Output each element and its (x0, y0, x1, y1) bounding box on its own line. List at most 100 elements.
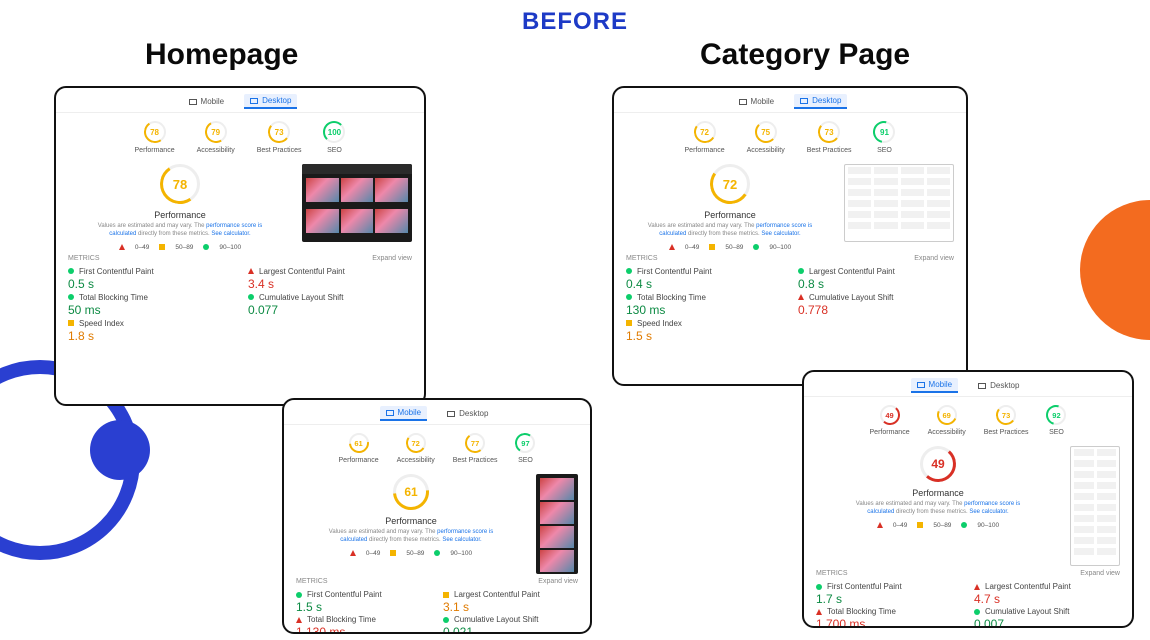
expand-view-link[interactable]: Expand view (372, 255, 412, 262)
metric-lcp: Largest Contentful Paint 0.8 s (798, 267, 954, 291)
gauge-performance: 61 Performance (339, 433, 379, 464)
tab-mobile[interactable]: Mobile (183, 94, 231, 109)
metric-lcp-status-icon (798, 268, 804, 274)
tab-mobile-label: Mobile (398, 408, 422, 417)
legend-low-icon (877, 522, 883, 528)
gauge-best-practices-ring: 73 (996, 405, 1016, 425)
metric-cls-status-icon (798, 294, 804, 300)
performance-big-ring: 61 (393, 474, 429, 510)
metric-cls-status-icon (443, 617, 449, 623)
gauge-performance-label: Performance (685, 147, 725, 154)
gauge-accessibility: 75 Accessibility (747, 121, 785, 154)
metric-tbt-value: 50 ms (68, 303, 232, 317)
gauge-seo: 97 SEO (515, 433, 535, 464)
metric-fcp-label: First Contentful Paint (637, 267, 712, 276)
metric-cls-value: 0.021 (443, 625, 578, 634)
metric-fcp: First Contentful Paint 0.4 s (626, 267, 782, 291)
metric-fcp-value: 0.4 s (626, 277, 782, 291)
gauge-row: 72 Performance 75 Accessibility 73 Best … (614, 113, 966, 158)
metrics-header-row: METRICS Expand view (56, 253, 424, 264)
perf-note-link2[interactable]: See calculator. (211, 231, 250, 237)
metric-cls: Cumulative Layout Shift 0.007 (974, 607, 1120, 628)
gauge-accessibility-label: Accessibility (747, 147, 785, 154)
performance-title: Performance (704, 210, 756, 220)
col-title-category: Category Page (700, 38, 910, 72)
metric-fcp-status-icon (296, 592, 302, 598)
metric-cls-label: Cumulative Layout Shift (259, 293, 344, 302)
gauge-accessibility-ring: 72 (406, 433, 426, 453)
legend-mid-icon (159, 244, 165, 250)
gauge-row: 78 Performance 79 Accessibility 73 Best … (56, 113, 424, 158)
metric-lcp-status-icon (443, 592, 449, 598)
gauge-seo-label: SEO (877, 147, 892, 154)
metrics-header: METRICS (626, 255, 658, 262)
gauge-best-practices: 77 Best Practices (453, 433, 498, 464)
mobile-icon (917, 382, 925, 388)
perf-note-link2[interactable]: See calculator. (442, 537, 481, 543)
metric-fcp-status-icon (816, 584, 822, 590)
legend-low: 0–49 (135, 244, 149, 251)
metric-cls: Cumulative Layout Shift 0.077 (248, 293, 412, 317)
tab-desktop-label: Desktop (459, 409, 488, 418)
metric-lcp-status-icon (974, 584, 980, 590)
legend-high-icon (203, 244, 209, 250)
perf-note-link2[interactable]: See calculator. (969, 509, 1008, 515)
screenshot-thumbnail (1070, 446, 1120, 566)
legend-high: 90–100 (769, 244, 791, 251)
device-tabs: Mobile Desktop (614, 88, 966, 113)
tab-mobile[interactable]: Mobile (911, 378, 959, 393)
tab-desktop[interactable]: Desktop (441, 406, 494, 421)
metric-cls-status-icon (974, 609, 980, 615)
expand-view-link[interactable]: Expand view (538, 578, 578, 585)
metrics-header: METRICS (68, 255, 100, 262)
legend-high: 90–100 (219, 244, 241, 251)
device-tabs: Mobile Desktop (56, 88, 424, 113)
tab-mobile[interactable]: Mobile (733, 94, 781, 109)
metrics-grid: First Contentful Paint 0.4 s Largest Con… (614, 264, 966, 351)
tab-desktop-label: Desktop (990, 381, 1019, 390)
tab-desktop[interactable]: Desktop (794, 94, 847, 109)
legend-low: 0–49 (685, 244, 699, 251)
metric-cls-label: Cumulative Layout Shift (454, 615, 539, 624)
performance-note: Values are estimated and may vary. The p… (645, 223, 815, 239)
gauge-performance: 78 Performance (135, 121, 175, 154)
metric-lcp-label: Largest Contentful Paint (454, 590, 540, 599)
metric-fcp-label: First Contentful Paint (307, 590, 382, 599)
gauge-seo-ring: 91 (873, 121, 895, 143)
expand-view-link[interactable]: Expand view (914, 255, 954, 262)
tab-desktop-label: Desktop (812, 96, 841, 105)
metric-tbt-label: Total Blocking Time (637, 293, 706, 302)
tab-desktop[interactable]: Desktop (244, 94, 297, 109)
metric-fcp-value: 1.5 s (296, 600, 431, 614)
gauge-seo-label: SEO (1049, 429, 1064, 436)
device-tabs: Mobile Desktop (804, 372, 1132, 397)
metric-cls-status-icon (248, 294, 254, 300)
metric-si-label: Speed Index (637, 319, 682, 328)
metric-si-label: Speed Index (79, 319, 124, 328)
gauge-best-practices-label: Best Practices (257, 147, 302, 154)
tab-mobile-label: Mobile (929, 380, 953, 389)
metric-tbt-label: Total Blocking Time (827, 607, 896, 616)
metric-fcp-value: 0.5 s (68, 277, 232, 291)
legend-low-icon (669, 244, 675, 250)
metric-cls: Cumulative Layout Shift 0.021 (443, 615, 578, 634)
score-legend: 0–49 50–89 90–100 (119, 244, 241, 251)
expand-view-link[interactable]: Expand view (1080, 570, 1120, 577)
metric-lcp-status-icon (248, 268, 254, 274)
gauge-performance-label: Performance (135, 147, 175, 154)
metric-si-value: 1.8 s (68, 329, 232, 343)
gauge-best-practices-label: Best Practices (807, 147, 852, 154)
metric-fcp-label: First Contentful Paint (827, 582, 902, 591)
legend-mid: 50–89 (933, 522, 951, 529)
report-category-desktop: Mobile Desktop 72 Performance 75 Accessi… (612, 86, 968, 386)
legend-low: 0–49 (366, 550, 380, 557)
tab-desktop[interactable]: Desktop (972, 378, 1025, 393)
gauge-accessibility-ring: 75 (755, 121, 777, 143)
metric-lcp: Largest Contentful Paint 4.7 s (974, 582, 1120, 606)
score-legend: 0–49 50–89 90–100 (669, 244, 791, 251)
perf-note-link2[interactable]: See calculator. (761, 231, 800, 237)
tab-mobile[interactable]: Mobile (380, 406, 428, 421)
metric-tbt: Total Blocking Time 1,130 ms (296, 615, 431, 634)
gauge-accessibility-ring: 79 (205, 121, 227, 143)
gauge-accessibility: 79 Accessibility (197, 121, 235, 154)
